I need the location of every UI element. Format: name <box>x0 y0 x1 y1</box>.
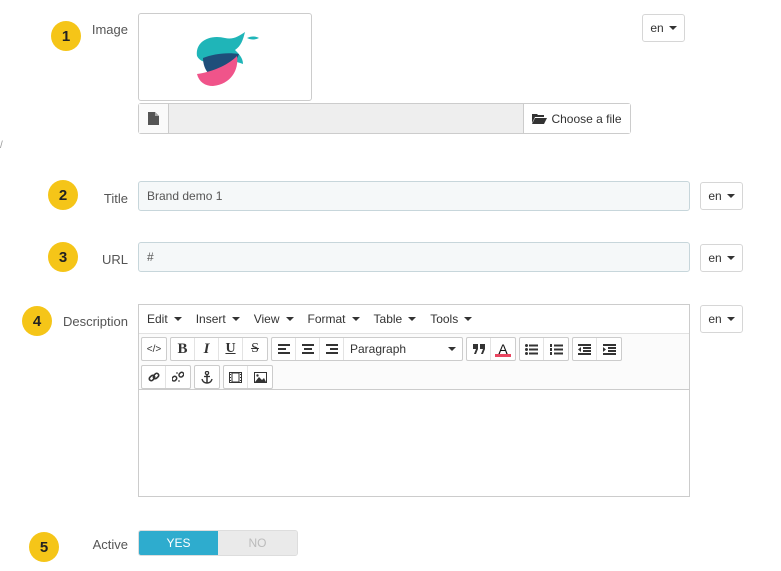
menu-insert[interactable]: Insert <box>196 312 240 326</box>
description-label: Description <box>62 314 128 329</box>
align-left-icon[interactable] <box>272 338 296 360</box>
file-icon <box>139 104 169 133</box>
title-lang-dropdown[interactable]: en <box>700 182 743 210</box>
indent-icon[interactable] <box>597 338 621 360</box>
url-label: URL <box>101 252 128 267</box>
file-name-input[interactable] <box>169 104 523 133</box>
menu-format-label: Format <box>307 312 346 326</box>
text-color-icon[interactable]: A <box>491 338 515 360</box>
active-label: Active <box>92 537 128 552</box>
toggle-no[interactable]: NO <box>218 531 297 555</box>
rich-text-editor: Edit Insert View Format Table Tools </> … <box>138 304 690 497</box>
image-label: Image <box>91 22 128 37</box>
chevron-down-icon <box>668 26 677 30</box>
menu-insert-label: Insert <box>195 312 226 326</box>
choose-file-button[interactable]: Choose a file <box>523 104 630 133</box>
editor-toolbar: </> B I U S Paragraph A <box>139 334 689 390</box>
image-preview <box>138 13 312 101</box>
menu-tools[interactable]: Tools <box>430 312 473 326</box>
chevron-down-icon <box>285 317 294 321</box>
chevron-down-icon <box>726 317 735 321</box>
chevron-down-icon <box>231 317 240 321</box>
format-select-value: Paragraph <box>350 342 407 356</box>
source-code-icon[interactable]: </> <box>142 338 166 360</box>
strikethrough-icon[interactable]: S <box>243 338 267 360</box>
editor-content-area[interactable] <box>139 390 689 493</box>
chevron-down-icon <box>351 317 360 321</box>
image-lang-value: en <box>650 21 664 35</box>
description-lang-value: en <box>708 312 722 326</box>
link-icon[interactable] <box>142 366 166 388</box>
chevron-down-icon <box>448 347 456 351</box>
bold-icon[interactable]: B <box>171 338 195 360</box>
chevron-down-icon <box>726 194 735 198</box>
unlink-icon[interactable] <box>166 366 190 388</box>
edge-fragment: / <box>0 140 3 151</box>
menu-table-label: Table <box>373 312 403 326</box>
editor-menubar: Edit Insert View Format Table Tools <box>139 305 689 334</box>
toggle-yes[interactable]: YES <box>139 531 218 555</box>
numbered-list-icon[interactable] <box>544 338 568 360</box>
italic-icon[interactable]: I <box>195 338 219 360</box>
underline-icon[interactable]: U <box>219 338 243 360</box>
menu-edit-label: Edit <box>147 312 168 326</box>
image-lang-dropdown[interactable]: en <box>642 14 685 42</box>
url-lang-dropdown[interactable]: en <box>700 244 743 272</box>
format-select[interactable]: Paragraph <box>344 338 462 360</box>
file-upload-row: Choose a file <box>138 103 631 134</box>
menu-edit[interactable]: Edit <box>147 312 182 326</box>
menu-format[interactable]: Format <box>308 312 360 326</box>
active-toggle[interactable]: YES NO <box>138 530 298 556</box>
chevron-down-icon <box>173 317 182 321</box>
menu-tools-label: Tools <box>430 312 459 326</box>
url-input[interactable]: # <box>138 242 690 272</box>
outdent-icon[interactable] <box>573 338 597 360</box>
title-label: Title <box>103 191 128 206</box>
step-badge-4: 4 <box>22 306 52 336</box>
video-icon[interactable] <box>224 366 248 388</box>
folder-open-icon <box>532 114 548 124</box>
menu-table[interactable]: Table <box>374 312 417 326</box>
description-lang-dropdown[interactable]: en <box>700 305 743 333</box>
chevron-down-icon <box>464 317 473 321</box>
brand-logo <box>196 32 259 86</box>
menu-view-label: View <box>253 312 280 326</box>
menu-view[interactable]: View <box>254 312 294 326</box>
chevron-down-icon <box>726 256 735 260</box>
step-badge-5: 5 <box>29 532 59 562</box>
chevron-down-icon <box>408 317 417 321</box>
image-icon[interactable] <box>248 366 272 388</box>
text-color-bar <box>495 354 511 357</box>
bullet-list-icon[interactable] <box>520 338 544 360</box>
anchor-icon[interactable] <box>195 366 219 388</box>
align-center-icon[interactable] <box>296 338 320 360</box>
blockquote-icon[interactable] <box>467 338 491 360</box>
align-right-icon[interactable] <box>320 338 344 360</box>
url-lang-value: en <box>708 251 722 265</box>
title-lang-value: en <box>708 189 722 203</box>
title-input[interactable]: Brand demo 1 <box>138 181 690 211</box>
choose-file-label: Choose a file <box>551 111 622 126</box>
